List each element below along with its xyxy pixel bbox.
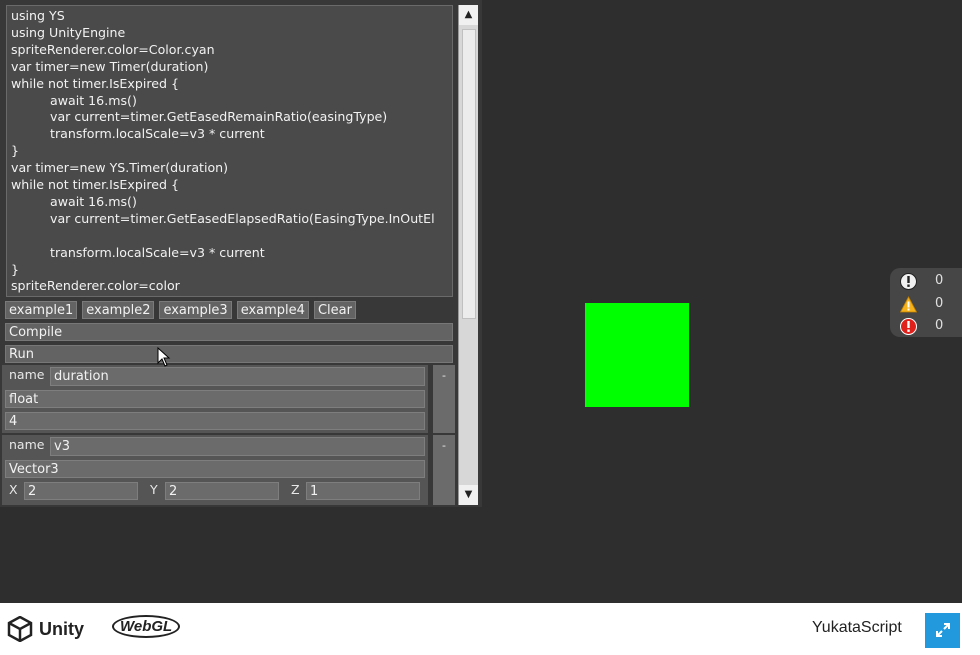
code-text[interactable]: using YS using UnityEngine spriteRenderer.…	[7, 6, 452, 296]
info-icon	[900, 273, 917, 290]
error-icon	[900, 318, 917, 335]
code-line[interactable]: await 16.ms()	[11, 194, 448, 211]
compile-button[interactable]: Compile	[5, 323, 453, 341]
remove-param-button[interactable]: -	[433, 435, 455, 505]
mouse-cursor-icon	[157, 347, 171, 367]
build-title: YukataScript	[812, 619, 902, 636]
example1-button[interactable]: example1	[5, 301, 78, 319]
param-v3: name v3 Vector3 X 2 Y 2 Z 1 -	[2, 435, 455, 505]
warning-icon	[900, 296, 917, 313]
code-line[interactable]: var timer=new Timer(duration)	[11, 59, 448, 76]
error-count: 0	[935, 318, 944, 333]
y-field[interactable]: 2	[165, 482, 279, 500]
unity-canvas[interactable]: using YS using UnityEngine spriteRenderer.…	[0, 0, 962, 603]
z-label: Z	[291, 482, 300, 497]
fullscreen-icon	[935, 623, 950, 637]
error-count-row[interactable]: 0	[900, 316, 960, 336]
warning-count-row[interactable]: 0	[900, 294, 960, 314]
x-label: X	[9, 482, 18, 497]
code-line[interactable]: spriteRenderer.color=Color.cyan	[11, 42, 448, 59]
code-line[interactable]	[11, 228, 448, 245]
scroll-down-arrow-icon[interactable]: ▼	[459, 485, 478, 505]
code-line[interactable]: transform.localScale=v3 * current	[11, 245, 448, 262]
z-field[interactable]: 1	[306, 482, 420, 500]
param-type-field[interactable]: Vector3	[5, 460, 425, 478]
vertical-scrollbar[interactable]: ▲ ▼	[458, 5, 478, 505]
code-line[interactable]: while not timer.IsExpired {	[11, 76, 448, 93]
param-name-field[interactable]: duration	[50, 367, 425, 386]
script-editor-panel: using YS using UnityEngine spriteRenderer.…	[0, 0, 482, 507]
unity-cube-icon	[7, 616, 33, 642]
code-line[interactable]: var current=timer.GetEasedElapsedRatio(E…	[11, 211, 448, 228]
sprite-square	[585, 303, 689, 407]
remove-param-button[interactable]: -	[433, 365, 455, 433]
example4-button[interactable]: example4	[236, 301, 309, 319]
unity-label: Unity	[39, 618, 84, 639]
code-line[interactable]: while not timer.IsExpired {	[11, 177, 448, 194]
y-label: Y	[150, 482, 158, 497]
code-line[interactable]: }	[11, 262, 448, 279]
x-field[interactable]: 2	[24, 482, 138, 500]
run-button[interactable]: Run	[5, 345, 453, 363]
code-line[interactable]: await 16.ms()	[11, 93, 448, 110]
code-line[interactable]: using UnityEngine	[11, 25, 448, 42]
code-line[interactable]: spriteRenderer.color=color	[11, 278, 448, 295]
warning-count: 0	[935, 296, 944, 311]
param-name-label: name	[9, 367, 45, 382]
fullscreen-button[interactable]	[925, 613, 960, 648]
code-line[interactable]: using YS	[11, 8, 448, 25]
scroll-up-arrow-icon[interactable]: ▲	[459, 5, 478, 25]
param-duration: name duration float 4 -	[2, 365, 455, 433]
code-line[interactable]: var current=timer.GetEasedRemainRatio(ea…	[11, 109, 448, 126]
scrollbar-thumb[interactable]	[462, 29, 476, 319]
code-editor[interactable]: using YS using UnityEngine spriteRenderer.…	[6, 5, 453, 297]
webgl-logo: WebGL	[112, 615, 181, 638]
code-line[interactable]: var timer=new YS.Timer(duration)	[11, 160, 448, 177]
webgl-label: WebGL	[112, 615, 181, 638]
info-count: 0	[935, 273, 944, 288]
webgl-footer: Unity WebGL YukataScript	[0, 603, 980, 655]
param-name-label: name	[9, 437, 45, 452]
unity-logo: Unity	[7, 616, 84, 642]
clear-button[interactable]: Clear	[313, 301, 356, 319]
param-name-field[interactable]: v3	[50, 437, 425, 456]
param-value-field[interactable]: 4	[5, 412, 425, 430]
example3-button[interactable]: example3	[159, 301, 232, 319]
info-count-row[interactable]: 0	[900, 271, 960, 291]
code-line[interactable]: }	[11, 143, 448, 160]
example2-button[interactable]: example2	[82, 301, 155, 319]
console-counter-panel[interactable]: 0 0 0	[890, 268, 962, 337]
param-type-field[interactable]: float	[5, 390, 425, 408]
code-line[interactable]: transform.localScale=v3 * current	[11, 126, 448, 143]
example-buttons: example1 example2 example3 example4 Clea…	[5, 301, 356, 319]
